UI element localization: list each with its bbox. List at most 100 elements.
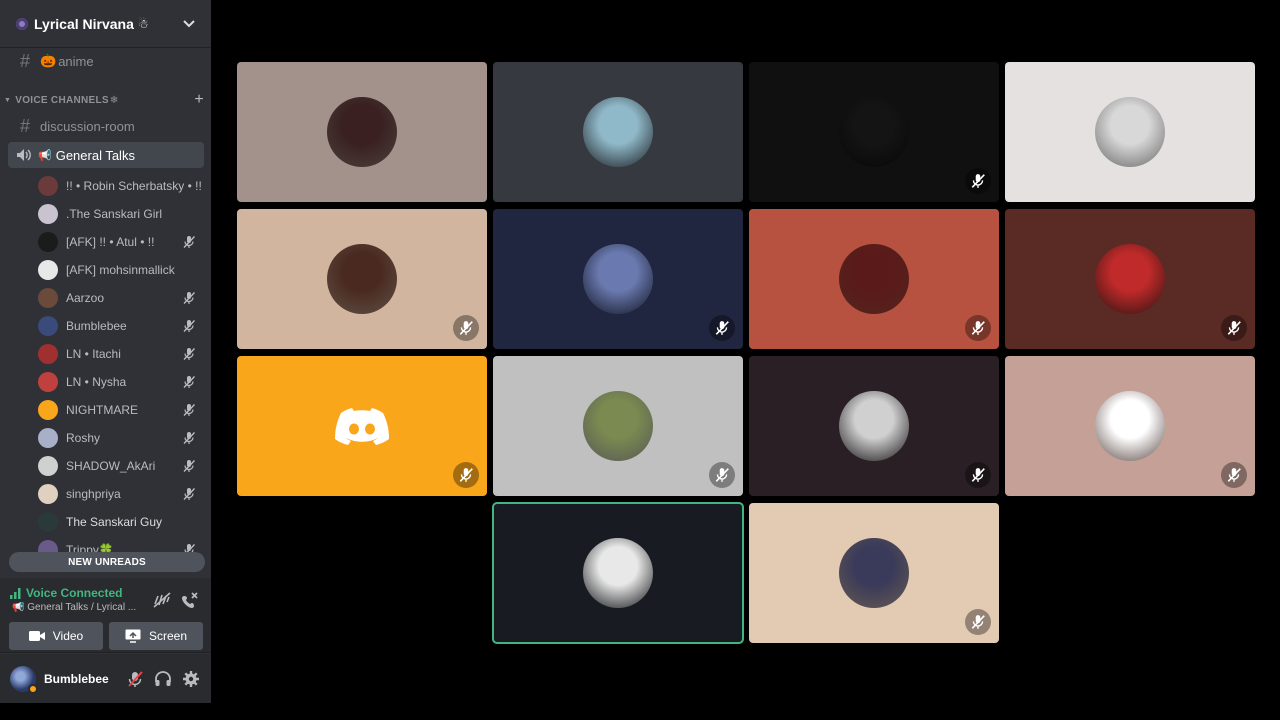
voice-connected-status[interactable]: Voice Connected xyxy=(10,586,122,600)
mic-muted-icon xyxy=(1221,462,1247,488)
add-channel-icon[interactable]: + xyxy=(194,91,204,109)
voice-channel-general-talks[interactable]: 📢 General Talks xyxy=(8,142,204,168)
channel-sidebar: Lyrical Nirvana ☃ # 🎃 anime ▼ VOICE CHAN… xyxy=(0,0,211,703)
participant-tile[interactable] xyxy=(237,356,487,496)
avatar xyxy=(38,288,58,308)
channel-emoji: 📢 xyxy=(38,149,52,162)
participant-tile[interactable] xyxy=(237,209,487,349)
avatar xyxy=(38,232,58,252)
disconnect-icon[interactable] xyxy=(180,590,200,610)
voice-user-name: !! • Robin Scherbatsky • !! xyxy=(66,179,202,193)
hash-icon: # xyxy=(19,115,30,136)
voice-channel-path[interactable]: 📢 General Talks / Lyrical ... xyxy=(12,602,142,613)
participant-tile[interactable] xyxy=(493,356,743,496)
screen-share-icon xyxy=(125,629,141,643)
voice-user-name: [AFK] mohsinmallick xyxy=(66,263,175,277)
screen-label: Screen xyxy=(148,629,188,643)
mic-muted-icon xyxy=(965,462,991,488)
hash-icon: # xyxy=(19,50,30,71)
voice-user-item[interactable]: NIGHTMARE xyxy=(38,396,206,424)
headphones-icon[interactable] xyxy=(154,670,172,688)
video-button[interactable]: Video xyxy=(9,622,103,650)
screen-share-button[interactable]: Screen xyxy=(109,622,203,650)
channel-label: anime xyxy=(58,53,94,69)
avatar xyxy=(839,97,909,167)
category-label: VOICE CHANNELS xyxy=(15,94,109,106)
avatar xyxy=(38,204,58,224)
chevron-down-icon[interactable] xyxy=(181,16,197,32)
server-header[interactable]: Lyrical Nirvana ☃ xyxy=(0,0,211,48)
new-unreads-pill[interactable]: NEW UNREADS xyxy=(9,552,205,572)
caret-down-icon: ▼ xyxy=(4,96,12,104)
mic-muted-icon xyxy=(1221,315,1247,341)
username: Bumblebee xyxy=(44,671,109,686)
speaker-icon xyxy=(16,148,32,162)
camera-icon xyxy=(28,631,45,641)
avatar[interactable] xyxy=(10,665,38,694)
avatar xyxy=(839,391,909,461)
mic-muted-icon xyxy=(453,462,479,488)
voice-connection-panel: Voice Connected 📢 General Talks / Lyrica… xyxy=(0,578,211,653)
mic-muted-icon xyxy=(182,375,196,389)
mic-muted-icon[interactable] xyxy=(126,670,144,688)
voice-user-item[interactable]: Bumblebee xyxy=(38,312,206,340)
discord-logo-icon xyxy=(327,391,397,461)
mic-muted-icon xyxy=(182,291,196,305)
mic-muted-icon xyxy=(182,319,196,333)
participant-tile[interactable] xyxy=(237,62,487,202)
participant-tile[interactable] xyxy=(1005,209,1255,349)
voice-user-item[interactable]: [AFK] mohsinmallick xyxy=(38,256,206,284)
participant-tile[interactable] xyxy=(1005,62,1255,202)
avatar xyxy=(583,97,653,167)
voice-user-item[interactable]: LN • Nysha xyxy=(38,368,206,396)
voice-user-name: SHADOW_AkAri xyxy=(66,459,156,473)
avatar xyxy=(839,538,909,608)
gear-icon[interactable] xyxy=(182,670,200,688)
avatar xyxy=(38,484,58,504)
mic-muted-icon xyxy=(182,459,196,473)
voice-user-item[interactable]: [AFK] !! • Atul • !! xyxy=(38,228,206,256)
voice-user-item[interactable]: Roshy xyxy=(38,424,206,452)
mic-muted-icon xyxy=(182,235,196,249)
mic-muted-icon xyxy=(965,609,991,635)
voice-user-name: Roshy xyxy=(66,431,101,445)
participant-tile[interactable] xyxy=(1005,356,1255,496)
voice-user-name: NIGHTMARE xyxy=(66,403,138,417)
voice-user-item[interactable]: The Sanskari Guy xyxy=(38,508,206,536)
channel-discussion-room[interactable]: # discussion-room xyxy=(8,112,204,140)
voice-user-name: .The Sanskari Girl xyxy=(66,207,163,221)
participant-tile[interactable] xyxy=(493,62,743,202)
participant-tile[interactable] xyxy=(749,209,999,349)
voice-user-item[interactable]: Aarzoo xyxy=(38,284,206,312)
mic-muted-icon xyxy=(182,487,196,501)
avatar xyxy=(38,512,58,532)
avatar xyxy=(839,244,909,314)
video-label: Video xyxy=(52,629,84,643)
avatar xyxy=(1095,244,1165,314)
participant-tile[interactable] xyxy=(492,502,744,644)
channel-anime[interactable]: # 🎃 anime xyxy=(8,47,204,75)
voice-channels-category[interactable]: ▼ VOICE CHANNELS ❄ + xyxy=(4,91,204,109)
participant-tile[interactable] xyxy=(493,209,743,349)
voice-user-item[interactable]: LN • Itachi xyxy=(38,340,206,368)
mic-muted-icon xyxy=(182,431,196,445)
participant-tile[interactable] xyxy=(749,62,999,202)
voice-user-list: !! • Robin Scherbatsky • !! .The Sanskari… xyxy=(38,172,206,555)
voice-user-item[interactable]: !! • Robin Scherbatsky • !! xyxy=(38,172,206,200)
mic-muted-icon xyxy=(182,403,196,417)
server-emoji: ☃ xyxy=(137,16,149,31)
avatar xyxy=(327,97,397,167)
voice-user-name: Bumblebee xyxy=(66,319,127,333)
mic-muted-icon xyxy=(965,315,991,341)
voice-user-item[interactable]: singhpriya xyxy=(38,480,206,508)
noise-suppression-icon[interactable] xyxy=(152,590,172,610)
voice-user-item[interactable]: .The Sanskari Girl xyxy=(38,200,206,228)
voice-status-label: Voice Connected xyxy=(26,586,123,600)
avatar xyxy=(1095,391,1165,461)
participant-tile[interactable] xyxy=(749,503,999,643)
voice-user-name: [AFK] !! • Atul • !! xyxy=(66,235,155,249)
user-panel: Bumblebee xyxy=(0,654,211,703)
participant-tile[interactable] xyxy=(749,356,999,496)
voice-user-item[interactable]: SHADOW_AkAri xyxy=(38,452,206,480)
avatar xyxy=(38,372,58,392)
